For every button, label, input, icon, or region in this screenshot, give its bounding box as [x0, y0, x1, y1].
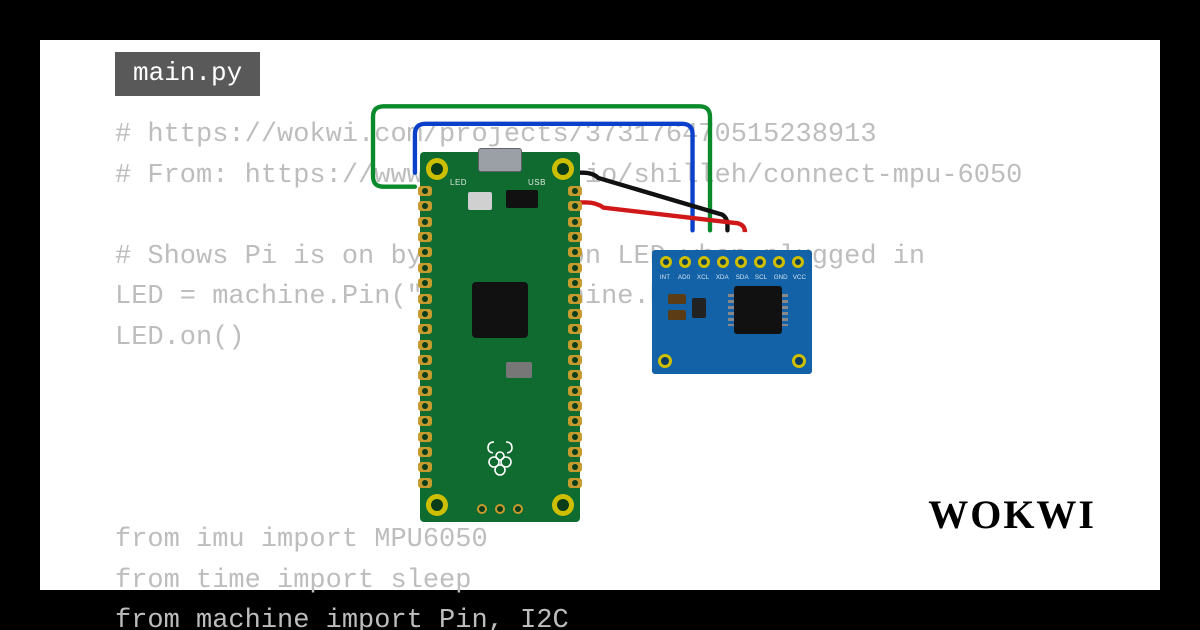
file-tab[interactable]: main.py — [115, 52, 260, 96]
code-view: # https://wokwi.com/projects/37317647051… — [115, 115, 1100, 630]
wokwi-wordmark: WOKWI — [928, 491, 1096, 538]
content-panel: main.py # https://wokwi.com/projects/373… — [40, 40, 1160, 590]
card-frame: main.py # https://wokwi.com/projects/373… — [0, 0, 1200, 630]
